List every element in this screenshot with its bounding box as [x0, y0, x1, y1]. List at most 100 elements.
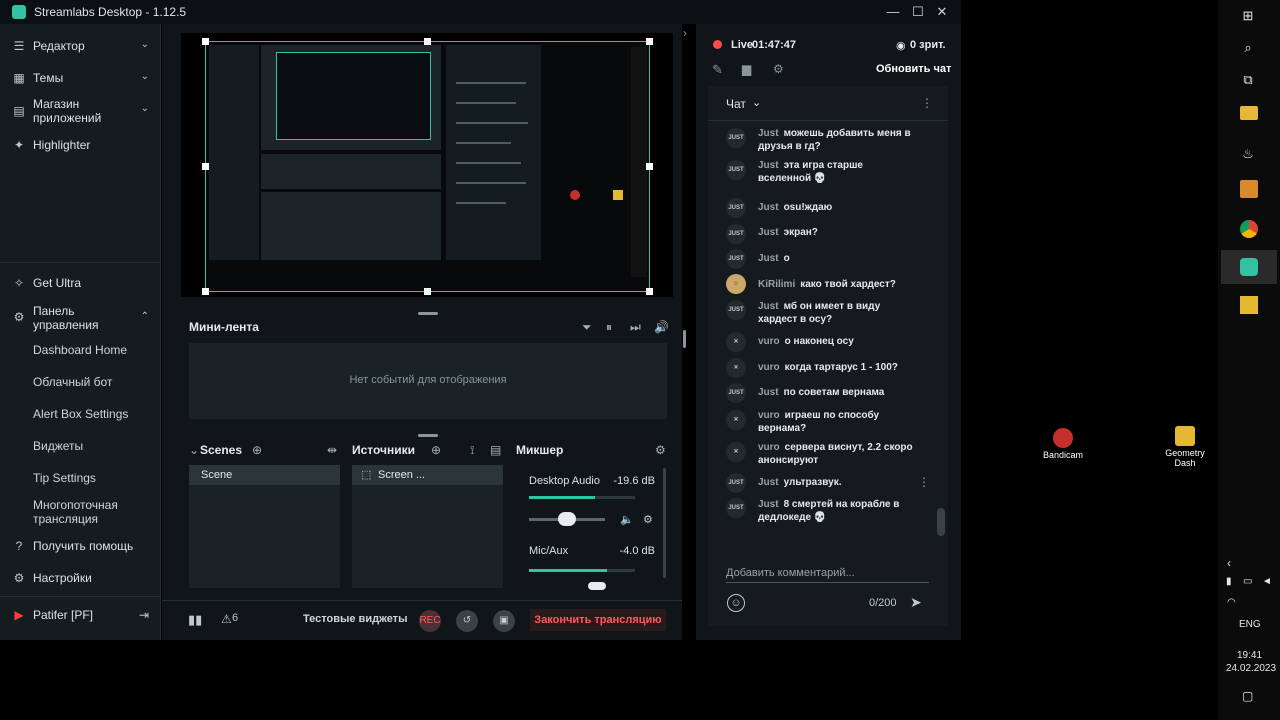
sidebar-item-get-ultra[interactable]: ✧ Get Ultra	[0, 275, 161, 291]
desktop-icon-geometry-dash[interactable]: Geometry Dash	[1155, 426, 1215, 468]
chat-username: vuro	[758, 362, 780, 373]
file-explorer-icon[interactable]	[1240, 106, 1258, 120]
desktop-icon-label: Bandicam	[1042, 450, 1084, 460]
scene-transition-icon[interactable]: ⇹	[327, 443, 337, 457]
resize-handle[interactable]	[202, 38, 209, 45]
volume-icon[interactable]: ◄	[1262, 576, 1272, 587]
sidebar-item-dashboard[interactable]: ⚙ Панель управления ⌃	[0, 303, 161, 333]
task-view-icon[interactable]: ⧉	[1238, 70, 1258, 90]
resize-handle[interactable]	[646, 163, 653, 170]
mixer-channel-name: Desktop Audio	[529, 475, 600, 487]
taskbar-date[interactable]: 24.02.2023	[1226, 663, 1276, 674]
pause-icon[interactable]: ⏸	[606, 320, 612, 335]
sidebar-item-themes[interactable]: ▦ Темы ⌄	[0, 70, 161, 86]
profile-item[interactable]: ▶ Patifer [PF] ⇥	[0, 607, 161, 623]
gear-icon[interactable]: ⚙	[643, 513, 653, 526]
end-stream-button[interactable]: Закончить трансляцию	[530, 609, 666, 631]
sidebar-subitem-cloudbot[interactable]: Облачный бот	[33, 375, 112, 389]
screenshot-icon[interactable]: ▣	[493, 610, 515, 632]
chat-text: osu!ждаю	[783, 202, 833, 213]
folder-icon[interactable]: ▤	[490, 443, 501, 457]
mixer-channel-name: Mic/Aux	[529, 545, 569, 557]
chat-username: Just	[758, 160, 779, 171]
sidebar-item-help[interactable]: ? Получить помощь	[0, 538, 161, 554]
screen-capture-icon: ⬚	[361, 469, 372, 481]
desktop-icon-bandicam[interactable]: Bandicam	[1033, 428, 1093, 460]
sidebar-subitem-dashboard-home[interactable]: Dashboard Home	[33, 343, 127, 357]
chat-username: Just	[758, 301, 779, 312]
geometry-dash-icon[interactable]	[1240, 296, 1258, 314]
start-icon[interactable]: ⊞	[1238, 6, 1258, 26]
chrome-icon[interactable]	[1240, 220, 1258, 238]
refresh-chat-button[interactable]: Обновить чат	[876, 63, 951, 75]
speaker-icon[interactable]: 🔈	[620, 513, 634, 526]
chat-message: Just 8 смертей на корабле в дедлокеде 💀	[758, 498, 908, 524]
resize-handle[interactable]	[202, 288, 209, 295]
chevron-down-icon[interactable]: ⌄	[189, 443, 199, 457]
filter-icon[interactable]: ⏷	[582, 320, 592, 335]
minifeed-empty-text: Нет событий для отображения	[349, 374, 507, 386]
send-icon[interactable]: ➤	[910, 594, 922, 611]
resize-handle[interactable]	[424, 38, 431, 45]
chat-message: Just эта игра старше вселенной 💀	[758, 159, 878, 185]
close-button[interactable]: ✕	[933, 3, 951, 21]
sidebar-subitem-alert-box[interactable]: Alert Box Settings	[33, 407, 128, 421]
sidebar-subitem-widgets[interactable]: Виджеты	[33, 439, 83, 453]
drag-handle[interactable]	[418, 434, 438, 437]
add-scene-icon[interactable]: ⊕	[252, 443, 262, 457]
notifications-icon[interactable]: ▢	[1242, 689, 1253, 703]
emoji-icon[interactable]: ☺	[727, 594, 745, 612]
maximize-button[interactable]: ☐	[909, 3, 927, 21]
source-item[interactable]	[352, 465, 503, 485]
logout-icon[interactable]: ⇥	[139, 608, 149, 622]
volume-slider-knob[interactable]	[588, 582, 606, 590]
sidebar-subitem-multistream[interactable]: Многопоточная трансляция	[33, 498, 133, 526]
more-options-icon[interactable]: ⋮	[921, 96, 933, 110]
add-source-icon[interactable]: ⊕	[431, 443, 441, 457]
chat-input[interactable]: Добавить комментарий...	[726, 567, 855, 579]
scrollbar[interactable]	[663, 468, 666, 578]
taskbar-time[interactable]: 19:41	[1237, 650, 1262, 661]
game-icon[interactable]	[1240, 180, 1258, 198]
resize-handle[interactable]	[202, 163, 209, 170]
message-menu-icon[interactable]: ⋮	[918, 475, 930, 489]
test-widgets-button[interactable]: Тестовые виджеты	[303, 613, 407, 625]
drag-handle[interactable]	[418, 312, 438, 315]
search-icon[interactable]: ⌕	[1238, 38, 1258, 58]
steam-icon[interactable]: ♨	[1238, 144, 1258, 164]
resize-handle[interactable]	[646, 288, 653, 295]
drag-handle[interactable]	[683, 330, 686, 348]
volume-slider-knob[interactable]	[558, 512, 576, 526]
chat-username: Just	[758, 227, 779, 238]
volume-icon[interactable]: 🔊	[654, 320, 669, 334]
chat-scrollbar[interactable]	[937, 508, 945, 536]
language-indicator[interactable]: ENG	[1239, 619, 1261, 630]
skip-icon[interactable]: ⏭	[630, 320, 641, 335]
chevron-down-icon[interactable]: ⌄	[752, 96, 761, 109]
sidebar-item-editor[interactable]: ☰ Редактор ⌄	[0, 38, 161, 54]
source-settings-icon[interactable]: ⟟	[470, 443, 474, 458]
resize-handle[interactable]	[646, 38, 653, 45]
show-hidden-icons-icon[interactable]: ‹	[1227, 556, 1231, 570]
sidebar-subitem-tip-settings[interactable]: Tip Settings	[33, 471, 96, 485]
chat-title[interactable]: Чат	[726, 97, 746, 111]
gear-icon[interactable]: ⚙	[773, 62, 784, 76]
stats-icon[interactable]: ▮▮	[188, 612, 202, 628]
resize-handle[interactable]	[424, 288, 431, 295]
screen-capture-source[interactable]	[205, 41, 650, 292]
chat-text: о наконец осу	[784, 336, 854, 347]
sidebar-item-app-store[interactable]: ▤ Магазин приложений ⌄	[0, 96, 161, 126]
minimize-button[interactable]: —	[884, 3, 902, 21]
edit-icon[interactable]: ✎	[712, 62, 723, 78]
sidebar-item-settings[interactable]: ⚙ Настройки	[0, 570, 161, 586]
streamlabs-icon[interactable]	[1240, 258, 1258, 276]
rec-button[interactable]: REC	[419, 610, 441, 632]
sidebar-item-highlighter[interactable]: ✦ Highlighter	[0, 137, 161, 153]
replay-buffer-icon[interactable]: ↺	[456, 610, 478, 632]
wifi-icon[interactable]: ◠	[1227, 597, 1236, 608]
source-item-label: Screen ...	[378, 469, 426, 481]
gear-icon[interactable]: ⚙	[655, 443, 666, 457]
expand-chat-icon[interactable]: ›	[683, 26, 687, 40]
alert-icon[interactable]: ⚠	[221, 612, 232, 626]
camera-icon[interactable]: ▆	[742, 62, 751, 76]
